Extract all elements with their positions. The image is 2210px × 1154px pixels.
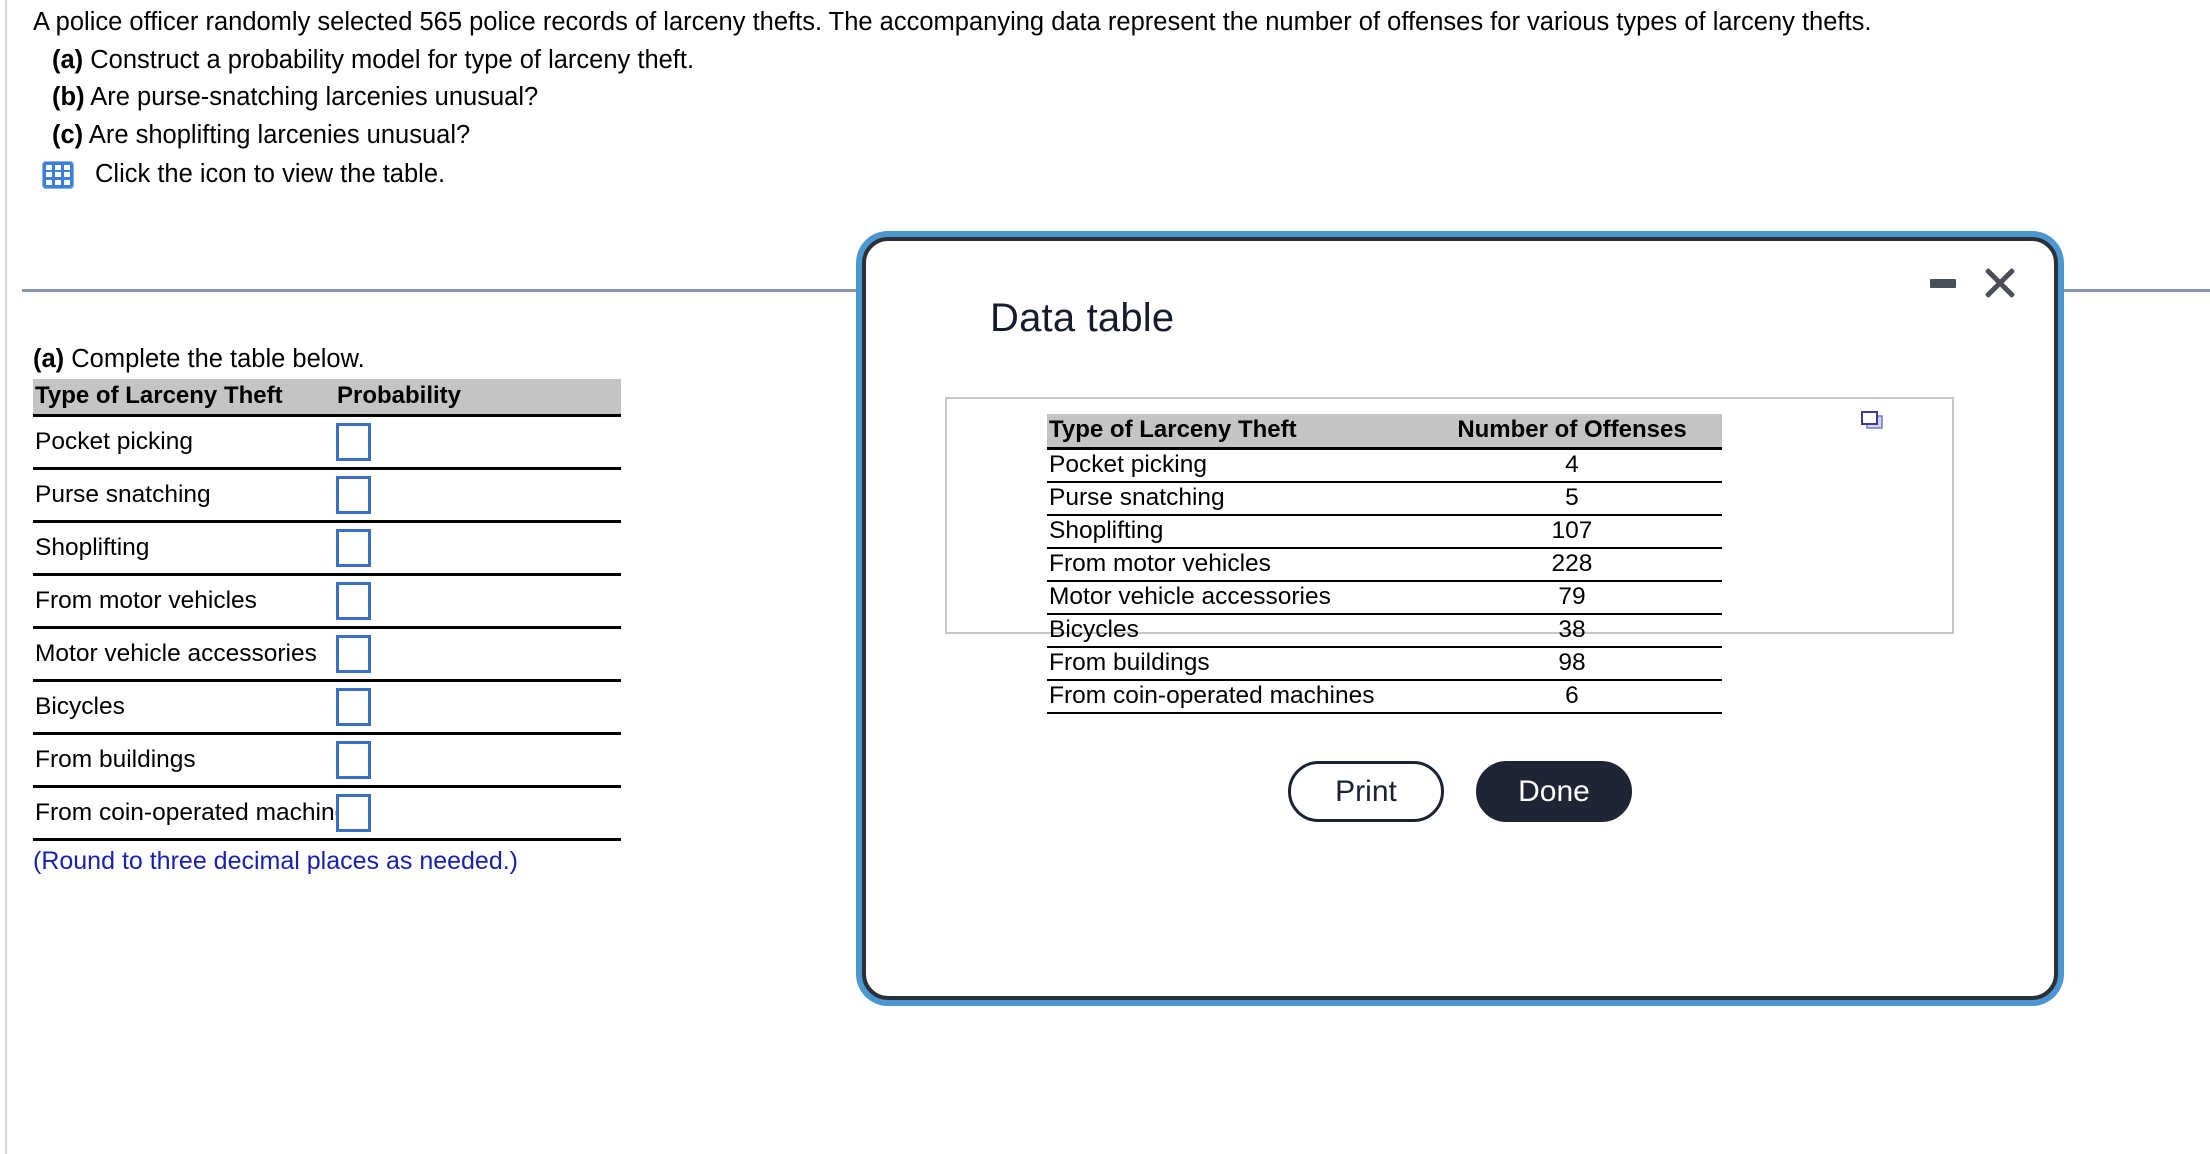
probability-input-from-coin-operated-machines[interactable] [336,794,371,832]
table-row: Shoplifting 107 [1047,515,1722,549]
page-left-rule [5,0,7,1154]
row-label-purse-snatching: Purse snatching [1047,482,1420,516]
row-label-from-coin-operated-machines: From coin-operated machines [33,786,360,841]
row-value-from-buildings: 98 [1420,647,1722,681]
probability-input-from-motor-vehicles[interactable] [336,582,371,620]
part-c-text: Are shoplifting larcenies unusual? [88,120,471,149]
answer-heading: (a) Complete the table below. [33,345,623,374]
part-b-text: Are purse-snatching larcenies unusual? [90,83,539,111]
column-header-offenses: Number of Offenses [1420,414,1722,450]
problem-part-a: (a) Construct a probability model for ty… [52,45,2133,74]
part-a-text: Construct a probability model for type o… [90,45,695,74]
row-label-shoplifting: Shoplifting [33,521,327,576]
table-row: Bicycles 38 [1047,614,1722,648]
table-row: Motor vehicle accessories [33,627,621,682]
part-a-label: (a) [52,45,84,74]
close-icon[interactable] [1984,267,2016,299]
table-row: Bicycles [33,680,621,735]
row-label-from-coin-operated-machines: From coin-operated machines [1047,680,1420,714]
row-label-from-buildings: From buildings [33,733,327,788]
table-row: From coin-operated machines 6 [1047,680,1722,714]
row-label-motor-vehicle-accessories: Motor vehicle accessories [1047,581,1420,615]
row-label-shoplifting: Shoplifting [1047,515,1420,549]
data-table-dialog: Data table Type of Larceny Theft Number … [862,237,2058,1000]
probability-cell [327,521,621,576]
probability-cell [327,627,621,682]
problem-part-b: (b) Are purse-snatching larcenies unusua… [52,83,2133,111]
table-row: From motor vehicles [33,574,621,629]
probability-cell [327,468,621,523]
table-row: Shoplifting [33,521,621,576]
problem-part-c: (c) Are shoplifting larcenies unusual? [52,120,2133,149]
offenses-data-table: Type of Larceny Theft Number of Offenses… [1047,414,1722,714]
column-header-type: Type of Larceny Theft [1047,414,1420,450]
part-c-label: (c) [52,120,84,149]
row-label-bicycles: Bicycles [1047,614,1420,648]
table-row: From motor vehicles 228 [1047,548,1722,582]
table-row: Motor vehicle accessories 79 [1047,581,1722,615]
row-label-from-buildings: From buildings [1047,647,1420,681]
print-button[interactable]: Print [1288,761,1444,822]
probability-input-purse-snatching[interactable] [336,476,371,514]
probability-model-table: Type of Larceny Theft Probability Pocket… [33,379,621,841]
row-label-pocket-picking: Pocket picking [1047,448,1420,483]
row-value-shoplifting: 107 [1420,515,1722,549]
row-value-from-coin-operated-machines: 6 [1420,680,1722,714]
done-button[interactable]: Done [1476,761,1632,822]
dialog-window-controls [1930,267,2016,299]
probability-cell [327,733,621,788]
row-value-pocket-picking: 4 [1420,448,1722,483]
answer-heading-text: Complete the table below. [71,345,365,373]
row-label-bicycles: Bicycles [33,680,327,735]
probability-cell [327,574,621,629]
table-row: Purse snatching [33,468,621,523]
table-row: Purse snatching 5 [1047,482,1722,516]
probability-input-from-buildings[interactable] [336,741,371,779]
column-header-probability: Probability [327,379,621,417]
dialog-table-container: Type of Larceny Theft Number of Offenses… [945,397,1954,714]
row-value-bicycles: 38 [1420,614,1722,648]
problem-intro-text: A police officer randomly selected 565 p… [33,8,1872,36]
probability-input-pocket-picking[interactable] [336,423,371,461]
probability-cell [327,415,621,470]
table-row: From buildings [33,733,621,788]
table-header-row: Type of Larceny Theft Probability [33,379,621,417]
probability-input-shoplifting[interactable] [336,529,371,567]
answer-heading-label: (a) [33,345,65,373]
table-row: Pocket picking 4 [1047,448,1722,483]
probability-cell [327,786,621,841]
probability-input-motor-vehicle-accessories[interactable] [336,635,371,673]
table-row: Pocket picking [33,415,621,470]
view-table-label: Click the icon to view the table. [95,160,446,188]
problem-statement: A police officer randomly selected 565 p… [33,8,2133,189]
row-value-purse-snatching: 5 [1420,482,1722,516]
table-row: From buildings 98 [1047,647,1722,681]
copy-icon[interactable] [1860,411,1884,431]
row-label-from-motor-vehicles: From motor vehicles [33,574,327,629]
table-row: From coin-operated machines [33,786,621,841]
column-header-type: Type of Larceny Theft [33,379,327,417]
row-label-from-motor-vehicles: From motor vehicles [1047,548,1420,582]
row-label-pocket-picking: Pocket picking [33,415,327,470]
dialog-button-row: Print Done [866,761,2054,822]
part-b-label: (b) [52,83,85,111]
row-label-purse-snatching: Purse snatching [33,468,327,523]
rounding-note: (Round to three decimal places as needed… [33,847,519,875]
table-grid-icon[interactable] [43,161,73,188]
view-table-link[interactable]: Click the icon to view the table. [43,160,2133,189]
probability-cell [327,680,621,735]
minimize-icon[interactable] [1930,278,1956,288]
dialog-title: Data table [990,296,1175,340]
answer-section: (a) Complete the table below. Type of La… [33,345,623,876]
row-label-motor-vehicle-accessories: Motor vehicle accessories [33,627,327,682]
row-value-motor-vehicle-accessories: 79 [1420,581,1722,615]
table-header-row: Type of Larceny Theft Number of Offenses [1047,414,1722,450]
row-value-from-motor-vehicles: 228 [1420,548,1722,582]
probability-input-bicycles[interactable] [336,688,371,726]
